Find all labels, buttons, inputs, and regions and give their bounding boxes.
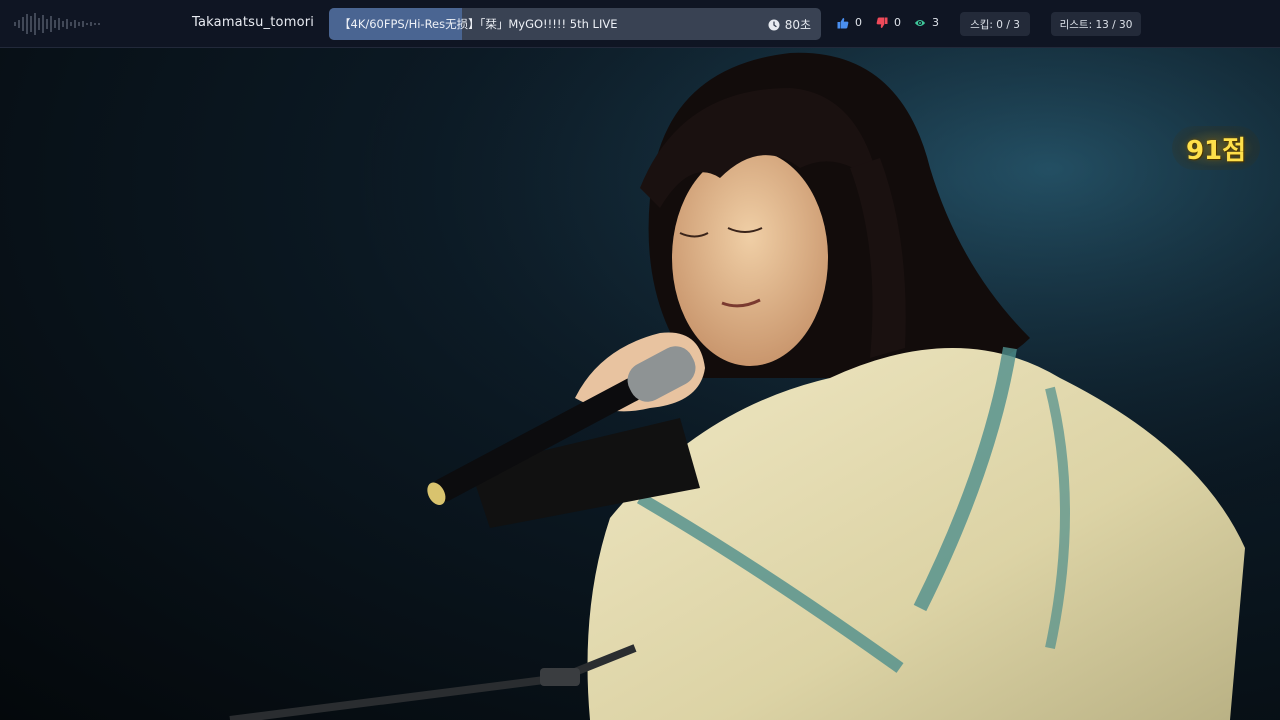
top-bar: Takamatsu_tomori 【4K/60FPS/Hi-Res无损】「栞」M…: [0, 0, 1280, 48]
dislike-button[interactable]: 0: [876, 16, 901, 29]
playlist-counter-button[interactable]: 리스트: 13 / 30: [1051, 12, 1141, 36]
view-counter: 3: [914, 16, 939, 29]
video-player[interactable]: 91점: [0, 48, 1280, 720]
view-count: 3: [932, 16, 939, 29]
like-button[interactable]: 0: [837, 16, 862, 29]
timer: 80초: [768, 16, 811, 33]
score-badge: 91점: [1172, 126, 1260, 170]
concert-performance-frame: [0, 48, 1280, 720]
video-title-bar[interactable]: 【4K/60FPS/Hi-Res无损】「栞」MyGO!!!!! 5th LIVE…: [329, 8, 821, 40]
username: Takamatsu_tomori: [192, 15, 315, 30]
thumbs-up-icon: [837, 17, 849, 28]
clock-icon: [768, 19, 780, 30]
timer-value: 80초: [784, 18, 811, 32]
video-title: 【4K/60FPS/Hi-Res无损】「栞」MyGO!!!!! 5th LIVE: [339, 17, 618, 31]
thumbs-down-icon: [876, 17, 888, 28]
eye-icon: [914, 19, 926, 26]
dislike-count: 0: [894, 16, 901, 29]
waveform-logo-icon: [14, 13, 100, 35]
skip-counter-button[interactable]: 스킵: 0 / 3: [960, 12, 1030, 36]
like-count: 0: [855, 16, 862, 29]
